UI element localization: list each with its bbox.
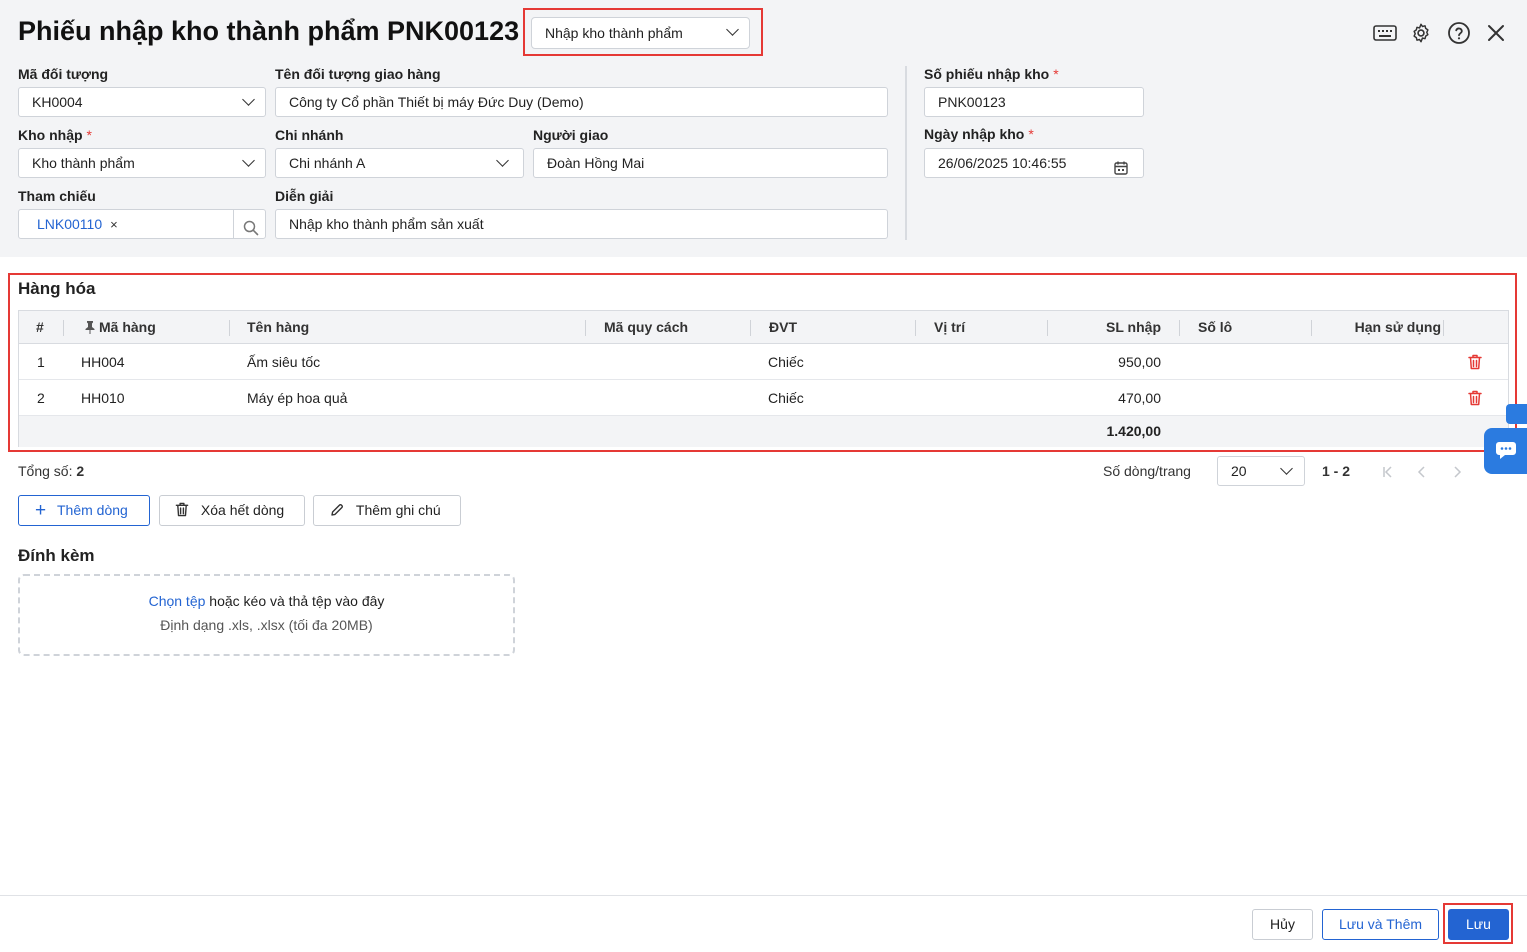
clear-rows-button[interactable]: Xóa hết dòng [159,495,305,526]
ten-doi-tuong-value: Công ty Cổ phần Thiết bị máy Đức Duy (De… [289,94,584,110]
label-dien-giai: Diễn giải [275,188,334,204]
cancel-button[interactable]: Hủy [1252,909,1313,940]
form-divider [905,66,907,240]
footer-divider [0,895,1527,896]
close-icon[interactable] [1487,24,1505,42]
dien-giai-input[interactable]: Nhập kho thành phẩm sản xuất [275,209,888,239]
file-drop-zone[interactable]: Chọn tệp hoặc kéo và thả tệp vào đây Địn… [18,574,515,656]
col-header-name: Tên hàng [247,319,310,335]
kho-nhap-select[interactable]: Kho thành phẩm [18,148,266,178]
voucher-type-select[interactable]: Nhập kho thành phẩm [531,17,750,49]
pin-icon[interactable] [85,321,95,334]
choose-file-link[interactable]: Chọn tệp [149,593,206,609]
prev-page-icon[interactable] [1416,465,1428,478]
plus-icon: + [35,500,47,521]
first-page-icon[interactable] [1382,465,1394,478]
cell-unit: Chiếc [768,390,804,406]
remove-tag-icon[interactable]: × [110,217,118,232]
cell-qty: 950,00 [1118,354,1161,370]
col-header-lot: Số lô [1198,319,1233,335]
col-header-expiry: Hạn sử dụng [1354,319,1441,335]
so-phieu-input[interactable]: PNK00123 [924,87,1144,117]
label-ten-doi-tuong: Tên đối tượng giao hàng [275,66,441,82]
save-and-add-button[interactable]: Lưu và Thêm [1322,909,1439,940]
chi-nhanh-select[interactable]: Chi nhánh A [275,148,524,178]
cell-code: HH004 [81,354,125,370]
trash-icon [175,498,189,527]
col-header-location: Vị trí [934,319,966,335]
nguoi-giao-input[interactable]: Đoàn Hồng Mai [533,148,888,178]
chevron-down-icon [1280,462,1293,475]
chi-nhanh-value: Chi nhánh A [289,155,366,171]
goods-section-title: Hàng hóa [18,279,96,298]
table-summary-row: 1.420,00 [19,416,1508,447]
cell-no: 2 [37,390,45,406]
drop-hint: hoặc kéo và thả tệp vào đây [209,593,385,609]
save-button[interactable]: Lưu [1448,909,1509,940]
col-header-no: # [36,319,44,335]
table-row[interactable]: 1 HH004 Ấm siêu tốc Chiếc 950,00 [19,344,1508,380]
chevron-down-icon [242,154,255,167]
total-count: Tổng số: 2 [18,463,85,479]
so-phieu-value: PNK00123 [938,94,1006,110]
table-row[interactable]: 2 HH010 Máy ép hoa quả Chiếc 470,00 [19,380,1508,416]
tham-chieu-input[interactable]: LNK00110 × [18,209,266,239]
table-header: # Mã hàng Tên hàng Mã quy cách ĐVT Vị tr… [19,311,1508,344]
cell-no: 1 [37,354,45,370]
ngay-nhap-input[interactable]: 26/06/2025 10:46:55 [924,148,1144,178]
col-header-qty: SL nhập [1106,319,1161,335]
chat-button[interactable] [1484,428,1527,474]
cell-name: Máy ép hoa quả [247,390,348,406]
cell-unit: Chiếc [768,354,804,370]
dien-giai-value: Nhập kho thành phẩm sản xuất [289,216,484,232]
rows-per-page-label: Số dòng/trang [1103,463,1191,479]
ten-doi-tuong-input[interactable]: Công ty Cổ phần Thiết bị máy Đức Duy (De… [275,87,888,117]
chat-toggle-button[interactable] [1506,404,1527,424]
help-icon[interactable] [1447,21,1471,45]
page-title: Phiếu nhập kho thành phẩm PNK00123 [18,16,520,46]
reference-tag: LNK00110 × [37,216,118,232]
next-page-icon[interactable] [1451,465,1463,478]
col-header-unit: ĐVT [769,319,797,335]
chevron-down-icon [242,93,255,106]
goods-table: # Mã hàng Tên hàng Mã quy cách ĐVT Vị tr… [18,310,1509,447]
pencil-icon [330,498,344,527]
ma-doi-tuong-select[interactable]: KH0004 [18,87,266,117]
delete-row-icon[interactable] [1468,390,1482,406]
page-range: 1 - 2 [1322,463,1351,479]
nguoi-giao-value: Đoàn Hồng Mai [547,155,645,171]
cell-name: Ấm siêu tốc [247,354,321,370]
voucher-type-value: Nhập kho thành phẩm [545,25,683,41]
delete-row-icon[interactable] [1468,354,1482,370]
search-icon[interactable] [243,217,259,236]
rows-per-page-select[interactable]: 20 [1217,456,1305,486]
ngay-nhap-value: 26/06/2025 10:46:55 [938,155,1067,171]
chevron-down-icon [726,23,739,36]
label-so-phieu: Số phiếu nhập kho * [924,66,1059,82]
col-header-code: Mã hàng [99,319,156,335]
keyboard-icon[interactable] [1373,25,1397,41]
chat-icon [1495,440,1517,463]
rows-per-page-value: 20 [1231,463,1247,479]
ma-doi-tuong-value: KH0004 [32,94,83,110]
label-ngay-nhap: Ngày nhập kho * [924,126,1034,142]
label-chi-nhanh: Chi nhánh [275,127,344,143]
label-nguoi-giao: Người giao [533,127,609,143]
kho-nhap-value: Kho thành phẩm [32,155,135,171]
total-qty: 1.420,00 [1106,423,1162,439]
col-header-spec: Mã quy cách [604,319,689,335]
attachments-title: Đính kèm [18,546,95,565]
gear-icon[interactable] [1410,22,1432,44]
add-row-button[interactable]: + Thêm dòng [18,495,150,526]
add-note-button[interactable]: Thêm ghi chú [313,495,461,526]
label-ma-doi-tuong: Mã đối tượng [18,66,109,82]
cell-code: HH010 [81,390,125,406]
label-kho-nhap: Kho nhập * [18,127,92,143]
cell-qty: 470,00 [1118,390,1161,406]
label-tham-chieu: Tham chiếu [18,188,96,204]
chevron-down-icon [496,154,509,167]
calendar-icon[interactable] [1114,156,1128,175]
format-hint: Định dạng .xls, .xlsx (tối đa 20MB) [160,617,373,633]
